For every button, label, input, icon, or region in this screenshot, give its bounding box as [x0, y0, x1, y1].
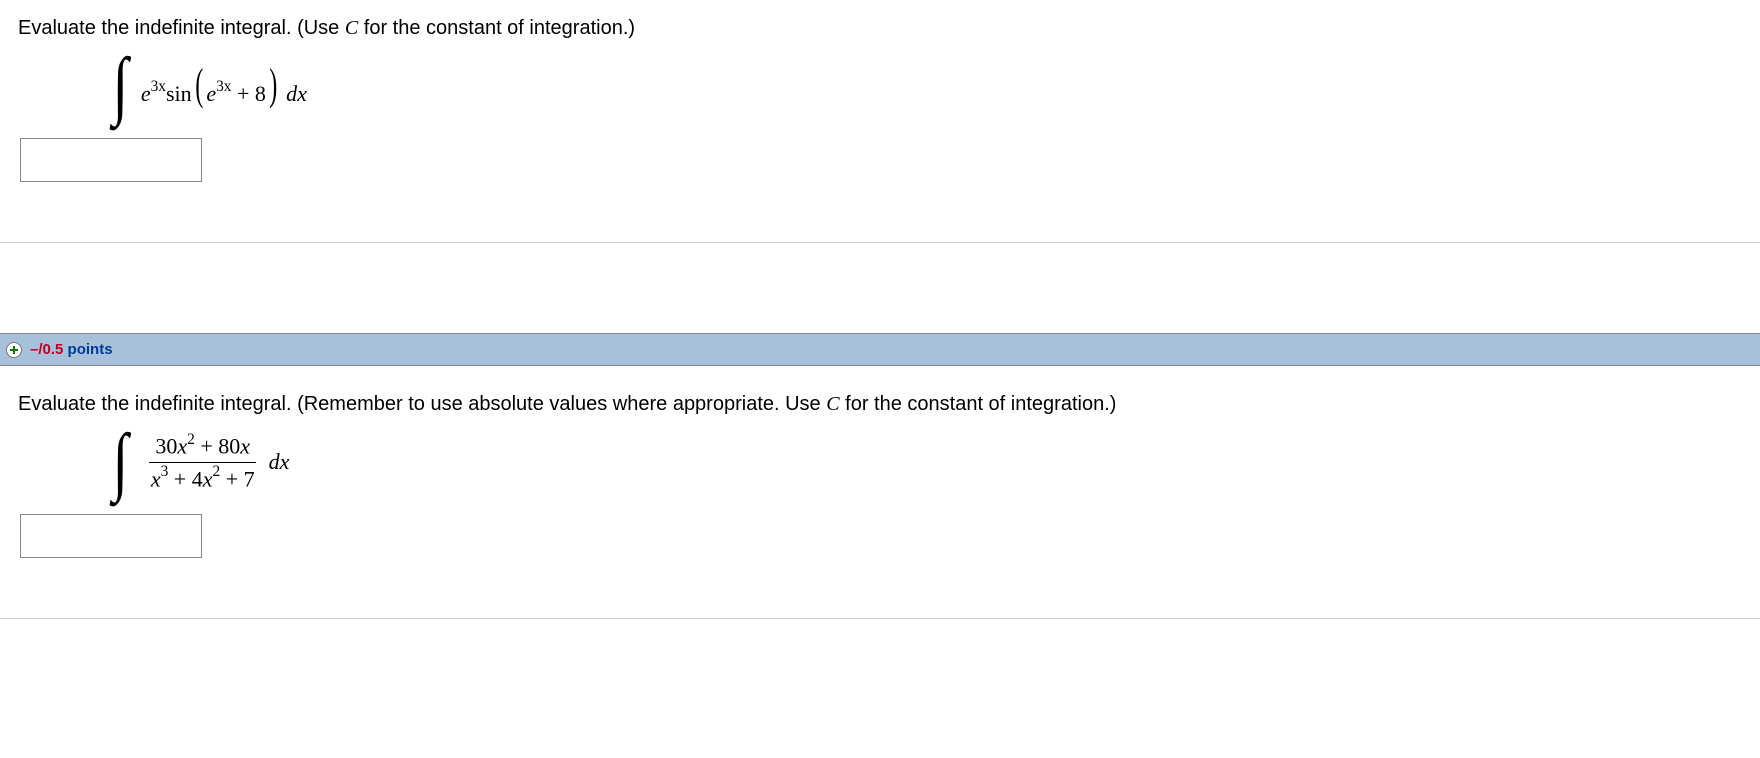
integral-sign-icon: ∫: [113, 439, 129, 485]
q1-lparen: (: [195, 59, 203, 110]
q2d-x1: x: [151, 466, 161, 491]
q2-const-var: C: [826, 393, 839, 415]
q1-exp1: 3x: [151, 78, 166, 95]
expand-icon[interactable]: [6, 342, 22, 358]
q1-prompt-text-a: Evaluate the indefinite integral. (Use: [18, 17, 345, 39]
q1-const-var: C: [345, 17, 358, 39]
q1-integrand: e3xsin(e3x + 8) dx: [141, 61, 307, 112]
q2-denominator: x3 + 4x2 + 7: [145, 463, 261, 492]
points-bar[interactable]: –/0.5 points: [0, 333, 1760, 366]
q2n-x2: x: [240, 434, 250, 459]
q1-prompt-text-b: for the constant of integration.): [358, 17, 635, 39]
question-1-prompt: Evaluate the indefinite integral. (Use C…: [0, 10, 1760, 48]
q1-answer-input[interactable]: [20, 138, 202, 182]
points-score: –/0.5: [30, 341, 63, 358]
points-text: –/0.5 points: [30, 341, 113, 358]
q2-prompt-text-b: for the constant of integration.): [840, 393, 1117, 415]
integral-sign-icon: ∫: [113, 63, 129, 109]
q2-fraction: 30x2 + 80x x3 + 4x2 + 7: [145, 432, 261, 492]
question-1: Evaluate the indefinite integral. (Use C…: [0, 0, 1760, 243]
q1-e1: e: [141, 81, 151, 106]
q2n-sq: 2: [187, 431, 195, 448]
q1-e2: e: [206, 81, 216, 106]
q2d-4: + 4: [168, 466, 202, 491]
q1-exp2: 3x: [216, 78, 231, 95]
q1-plus8: + 8: [231, 81, 265, 106]
q2d-cu: 3: [161, 463, 169, 480]
q2d-sq: 2: [212, 463, 220, 480]
q1-rparen: ): [269, 59, 277, 110]
q2-integral: ∫ 30x2 + 80x x3 + 4x2 + 7 dx: [0, 424, 1760, 496]
q2d-7: + 7: [220, 466, 254, 491]
q2-numerator: 30x2 + 80x: [149, 432, 256, 462]
q1-sin: sin: [166, 81, 192, 106]
question-2-prompt: Evaluate the indefinite integral. (Remem…: [0, 386, 1760, 424]
q2-prompt-text-a: Evaluate the indefinite integral. (Remem…: [18, 393, 826, 415]
q1-integral: ∫ e3xsin(e3x + 8) dx: [0, 48, 1760, 120]
q2n-x1: x: [177, 434, 187, 459]
spacer: [0, 243, 1760, 333]
q2-dx: dx: [269, 449, 290, 475]
q2n-80: + 80: [195, 434, 240, 459]
q1-dx: dx: [281, 81, 307, 106]
q2-answer-input[interactable]: [20, 514, 202, 558]
q2n-30: 30: [155, 434, 177, 459]
question-2: Evaluate the indefinite integral. (Remem…: [0, 366, 1760, 619]
points-label: points: [63, 341, 112, 358]
